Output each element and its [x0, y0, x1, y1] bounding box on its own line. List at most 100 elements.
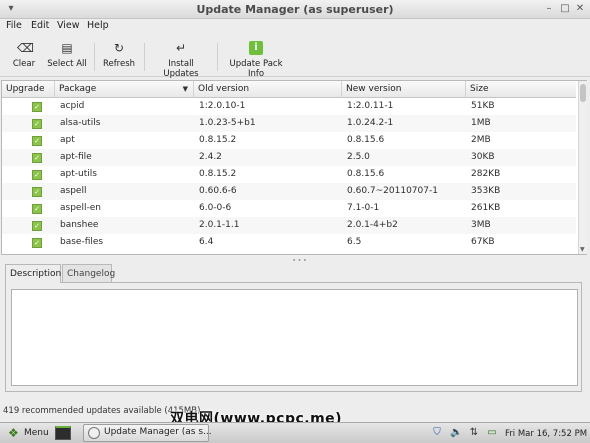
volume-icon[interactable]: 🔈	[450, 427, 462, 439]
upgrade-checkbox[interactable]: ✓	[32, 136, 42, 146]
menu-button-label[interactable]: Menu	[24, 426, 49, 440]
maximize-icon[interactable]: □	[559, 3, 571, 15]
package-name: aspell-en	[60, 203, 101, 213]
table-row[interactable]: ✓ base-files 6.4 6.5 67KB	[2, 234, 576, 251]
table-row[interactable]: ✓ apt-file 2.4.2 2.5.0 30KB	[2, 149, 576, 166]
scroll-down-icon[interactable]: ▼	[580, 246, 585, 253]
close-icon[interactable]: ✕	[574, 3, 586, 15]
shield-icon	[88, 427, 100, 439]
refresh-label: Refresh	[102, 59, 136, 69]
old-version: 6.4	[199, 237, 214, 247]
old-version: 2.0.1-1.1	[199, 220, 240, 230]
scrollbar-thumb[interactable]	[580, 84, 586, 102]
old-version: 1.0.23-5+b1	[199, 118, 256, 128]
new-version: 2.5.0	[347, 152, 370, 162]
old-version: 0.60.6-6	[199, 186, 237, 196]
package-name: aspell	[60, 186, 87, 196]
new-version: 0.8.15.6	[347, 169, 385, 179]
select-all-icon: ▤	[61, 41, 73, 55]
refresh-button[interactable]: ↻ Refresh	[100, 37, 138, 73]
old-version: 0.8.15.2	[199, 135, 237, 145]
old-version: 0.8.15.2	[199, 169, 237, 179]
terminal-icon[interactable]	[55, 426, 71, 440]
column-header-old-version[interactable]: Old version	[194, 81, 342, 98]
table-row[interactable]: ✓ apt-utils 0.8.15.2 0.8.15.6 282KB	[2, 166, 576, 183]
package-size: 51KB	[471, 101, 495, 111]
table-header: Upgrade Package ▼ Old version New versio…	[2, 81, 576, 98]
upgrade-checkbox[interactable]: ✓	[32, 204, 42, 214]
select-all-button[interactable]: ▤ Select All	[46, 37, 88, 73]
new-version: 6.5	[347, 237, 362, 247]
battery-icon[interactable]: ▭	[486, 427, 498, 439]
package-size: 67KB	[471, 237, 495, 247]
mint-menu-icon[interactable]: ❖	[8, 427, 20, 439]
table-body: ✓ acpid 1:2.0.10-1 1:2.0.11-1 51KB ✓ alsa-util…	[2, 98, 576, 251]
menu-file[interactable]: File	[6, 20, 22, 31]
network-icon[interactable]: ⇅	[468, 427, 480, 439]
package-name: banshee	[60, 220, 99, 230]
new-version: 7.1-0-1	[347, 203, 380, 213]
update-pack-label: Update Pack Info	[229, 59, 283, 79]
old-version: 6.0-0-6	[199, 203, 232, 213]
table-row[interactable]: ✓ banshee 2.0.1-1.1 2.0.1-4+b2 3MB	[2, 217, 576, 234]
refresh-icon: ↻	[113, 41, 125, 55]
package-size: 282KB	[471, 169, 501, 179]
tab-description[interactable]: Description	[5, 264, 61, 283]
package-name: base-files	[60, 237, 104, 247]
table-row[interactable]: ✓ aspell-en 6.0-0-6 7.1-0-1 261KB	[2, 200, 576, 217]
package-size: 1MB	[471, 118, 491, 128]
package-name: acpid	[60, 101, 85, 111]
column-header-package-label: Package	[59, 84, 97, 94]
column-header-size[interactable]: Size	[466, 81, 576, 98]
minimize-icon[interactable]: –	[543, 3, 555, 15]
package-name: apt-utils	[60, 169, 97, 179]
column-header-upgrade[interactable]: Upgrade	[2, 81, 55, 98]
upgrade-checkbox[interactable]: ✓	[32, 119, 42, 129]
upgrade-checkbox[interactable]: ✓	[32, 102, 42, 112]
table-row[interactable]: ✓ aspell 0.60.6-6 0.60.7~20110707-1 353KB	[2, 183, 576, 200]
update-shield-tray-icon[interactable]: ⛉	[431, 427, 443, 439]
new-version: 0.8.15.6	[347, 135, 385, 145]
upgrade-checkbox[interactable]: ✓	[32, 153, 42, 163]
new-version: 1:2.0.11-1	[347, 101, 394, 111]
window-title: Update Manager (as superuser)	[196, 3, 394, 16]
clear-button[interactable]: ⌫ Clear	[10, 37, 38, 73]
toolbar-separator	[94, 43, 95, 71]
package-size: 30KB	[471, 152, 495, 162]
upgrade-checkbox[interactable]: ✓	[32, 221, 42, 231]
old-version: 2.4.2	[199, 152, 222, 162]
menu-help[interactable]: Help	[87, 20, 109, 31]
taskbar-window-update-manager[interactable]: Update Manager (as s...	[83, 424, 212, 442]
taskbar-window-label: Update Manager (as s...	[104, 427, 212, 437]
table-row[interactable]: ✓ apt 0.8.15.2 0.8.15.6 2MB	[2, 132, 576, 149]
description-text-area[interactable]	[11, 289, 578, 386]
table-scrollbar[interactable]: ▼	[578, 81, 587, 254]
upgrade-checkbox[interactable]: ✓	[32, 187, 42, 197]
pane-resize-handle[interactable]: ∙∙∙	[292, 256, 308, 264]
info-icon: i	[249, 41, 263, 55]
clear-label: Clear	[12, 59, 36, 69]
package-name: apt-file	[60, 152, 92, 162]
table-row[interactable]: ✓ acpid 1:2.0.10-1 1:2.0.11-1 51KB	[2, 98, 576, 115]
package-name: apt	[60, 135, 75, 145]
install-updates-button[interactable]: ↵ Install Updates	[150, 37, 212, 79]
update-pack-info-button[interactable]: i Update Pack Info	[222, 37, 290, 79]
upgrade-checkbox[interactable]: ✓	[32, 170, 42, 180]
column-header-new-version[interactable]: New version	[342, 81, 466, 98]
toolbar: ⌫ Clear ▤ Select All ↻ Refresh ↵ Install…	[0, 33, 590, 79]
toolbar-separator	[144, 43, 145, 71]
package-size: 2MB	[471, 135, 491, 145]
clock[interactable]: Fri Mar 16, 7:52 PM	[505, 427, 587, 441]
table-row[interactable]: ✓ alsa-utils 1.0.23-5+b1 1.0.24.2-1 1MB	[2, 115, 576, 132]
menu-view[interactable]: View	[57, 20, 80, 31]
new-version: 1.0.24.2-1	[347, 118, 394, 128]
menu-edit[interactable]: Edit	[31, 20, 49, 31]
upgrade-checkbox[interactable]: ✓	[32, 238, 42, 248]
clear-icon: ⌫	[17, 41, 34, 55]
new-version: 2.0.1-4+b2	[347, 220, 398, 230]
tab-changelog[interactable]: Changelog	[62, 264, 115, 283]
package-name: alsa-utils	[60, 118, 101, 128]
taskbar: ❖ Menu Update Manager (as s... ⛉ 🔈 ⇅ ▭ F…	[0, 422, 590, 443]
title-bar: ▾ Update Manager (as superuser) – □ ✕	[0, 0, 590, 19]
column-header-package[interactable]: Package ▼	[55, 81, 194, 98]
